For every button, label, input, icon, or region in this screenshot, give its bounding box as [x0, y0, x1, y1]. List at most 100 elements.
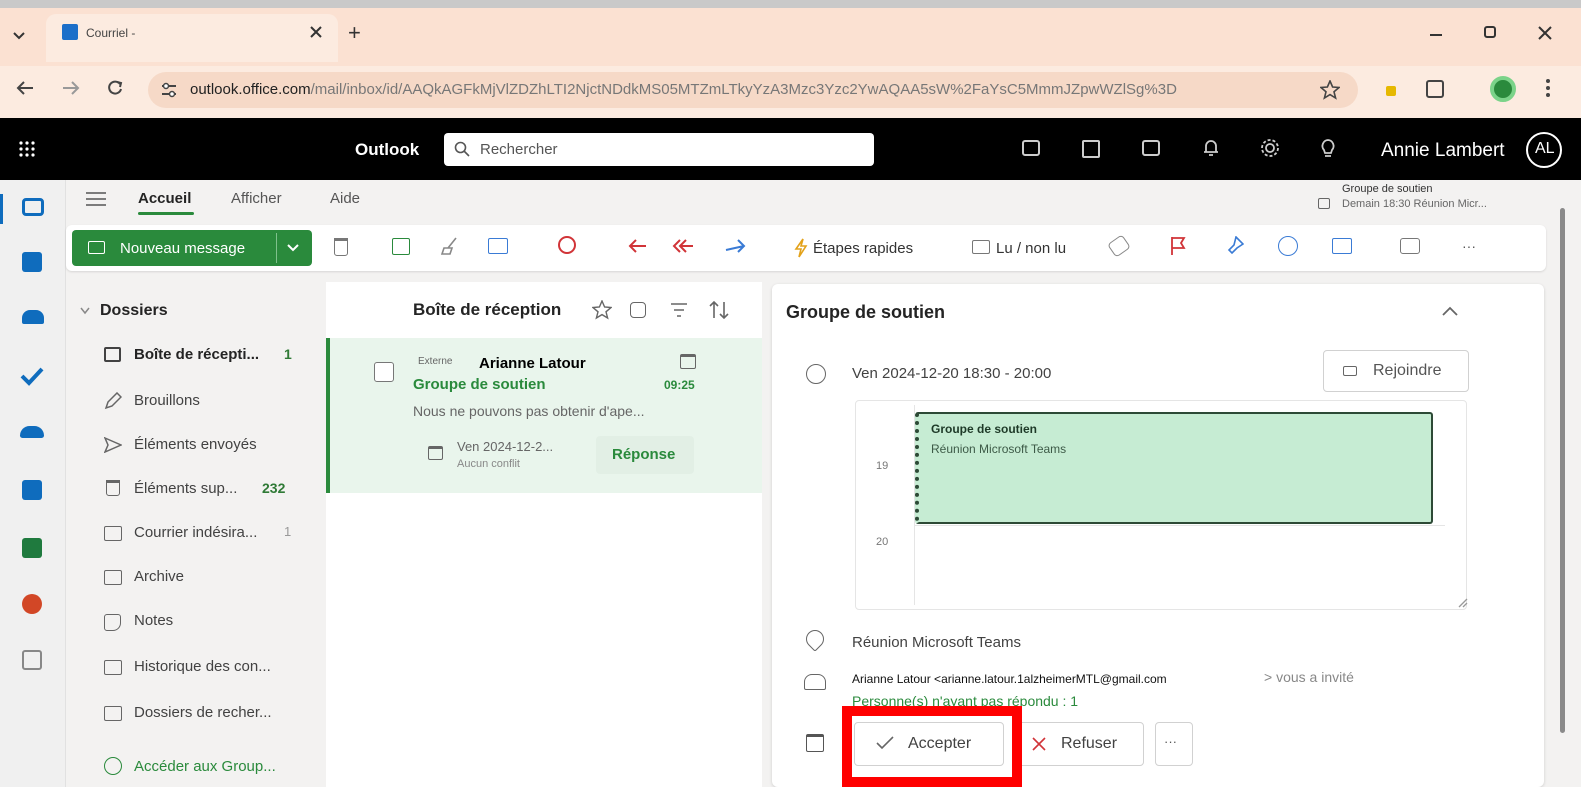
tab-accueil[interactable]: Accueil — [138, 190, 191, 207]
tips-lightbulb-icon[interactable] — [1320, 138, 1336, 158]
decline-label: Refuser — [1061, 735, 1118, 752]
read-unread-button[interactable]: Lu / non lu — [996, 240, 1066, 257]
extension-icon[interactable] — [1386, 86, 1396, 96]
url-path: /mail/inbox/id/AAQkAGFkMjVlZDZhLTI2NjctN… — [310, 81, 1177, 98]
ribbon-menu-icon[interactable] — [86, 192, 106, 206]
resize-handle-icon[interactable] — [1458, 598, 1468, 608]
folder-label[interactable]: Historique des con... — [134, 658, 271, 675]
puzzle-extensions-icon[interactable] — [1426, 80, 1444, 98]
site-settings-icon[interactable] — [160, 82, 178, 98]
profile-icon[interactable] — [1490, 76, 1516, 102]
more-apps-icon[interactable] — [22, 650, 42, 670]
report-icon[interactable] — [558, 236, 576, 254]
groups-icon — [104, 757, 122, 775]
reply-icon[interactable] — [628, 238, 648, 254]
url-host: outlook.office.com — [190, 81, 311, 98]
restore-icon[interactable] — [1484, 26, 1496, 38]
calendar-icon[interactable] — [22, 252, 42, 272]
filter-icon[interactable] — [670, 302, 688, 318]
browser-menu-icon[interactable] — [1545, 78, 1551, 98]
todo-icon[interactable] — [20, 366, 44, 386]
tab-active-underline — [138, 212, 194, 215]
new-message-chevron-icon[interactable] — [287, 244, 299, 252]
folders-collapse-chevron-icon[interactable] — [80, 307, 90, 315]
user-name[interactable]: Annie Lambert — [1381, 140, 1505, 162]
reply-all-icon[interactable] — [672, 238, 694, 254]
message-time: 09:25 — [664, 378, 695, 392]
decline-x-icon — [1032, 737, 1046, 751]
folder-label[interactable]: Archive — [134, 568, 184, 585]
message-reply-label: Réponse — [612, 446, 676, 463]
rules-icon[interactable] — [1332, 238, 1352, 254]
app-launcher-icon[interactable] — [18, 140, 36, 158]
tab-aide[interactable]: Aide — [330, 190, 360, 207]
junk-count: 1 — [284, 524, 292, 539]
folder-label[interactable]: Brouillons — [134, 392, 200, 409]
message-checkbox[interactable] — [374, 362, 394, 382]
ribbon-more-button[interactable]: ··· — [1462, 238, 1476, 254]
forward-mail-icon[interactable] — [724, 238, 746, 254]
folder-label[interactable]: Notes — [134, 612, 173, 629]
close-tab-icon[interactable] — [310, 26, 322, 38]
meeting-datetime: Ven 2024-12-20 18:30 - 20:00 — [852, 365, 1052, 382]
folder-label[interactable]: Éléments sup... — [134, 480, 237, 497]
outlook-app-icon[interactable] — [22, 480, 42, 500]
reminder-detail[interactable]: Demain 18:30 Réunion Micr... — [1342, 198, 1487, 210]
snooze-clock-icon[interactable] — [1278, 236, 1298, 256]
close-window-icon[interactable] — [1538, 26, 1552, 40]
folder-label[interactable]: Éléments envoyés — [134, 436, 257, 453]
delete-icon[interactable] — [334, 238, 348, 256]
hour-label: 20 — [876, 536, 889, 548]
folder-label[interactable]: Courrier indésira... — [134, 524, 257, 541]
minimize-icon[interactable] — [1430, 34, 1442, 36]
quick-steps-button[interactable]: Étapes rapides — [813, 240, 913, 257]
reading-scrollbar[interactable] — [1556, 188, 1570, 748]
meeting-location: Réunion Microsoft Teams — [852, 634, 1021, 651]
groups-link[interactable]: Accéder aux Group... — [134, 758, 276, 775]
app-name[interactable]: Outlook — [355, 140, 419, 160]
calendar-picker-icon[interactable] — [806, 734, 824, 752]
teams-chat-icon[interactable] — [1022, 140, 1040, 156]
more-response-label: ··· — [1164, 734, 1177, 749]
search-folder-icon — [104, 706, 122, 721]
powerpoint-icon[interactable] — [22, 594, 42, 614]
archive-folder-icon — [104, 570, 122, 585]
favorite-star-icon[interactable] — [592, 300, 612, 320]
back-icon[interactable] — [16, 80, 34, 96]
pin-icon[interactable] — [1226, 236, 1244, 256]
organizer[interactable]: Arianne Latour <arianne.latour.1alzheime… — [852, 672, 1167, 686]
archive-icon[interactable] — [392, 238, 410, 255]
move-to-folder-icon[interactable] — [488, 238, 508, 254]
new-tab-button[interactable]: + — [348, 20, 361, 46]
history-folder-icon — [104, 660, 122, 675]
junk-icon — [104, 526, 122, 541]
event-location: Réunion Microsoft Teams — [931, 442, 1067, 456]
tab-afficher[interactable]: Afficher — [231, 190, 282, 207]
folder-label[interactable]: Dossiers de recher... — [134, 704, 272, 721]
forward-icon[interactable] — [62, 80, 80, 96]
select-mode-icon[interactable] — [630, 302, 646, 318]
tab-list-chevron-icon[interactable] — [12, 28, 26, 42]
folders-header[interactable]: Dossiers — [100, 302, 168, 320]
reminder-title[interactable]: Groupe de soutien — [1342, 183, 1433, 195]
notes-icon — [104, 614, 121, 631]
flag-icon[interactable] — [1170, 236, 1186, 256]
people-icon[interactable] — [22, 310, 44, 324]
search-placeholder: Rechercher — [480, 141, 558, 158]
notifications-icon[interactable] — [1202, 138, 1220, 158]
settings-gear-icon[interactable] — [1260, 138, 1280, 158]
sweep-icon[interactable] — [440, 236, 460, 256]
onedrive-icon[interactable] — [20, 426, 44, 438]
word-icon[interactable] — [1082, 140, 1100, 158]
mail-icon[interactable] — [22, 198, 44, 216]
collapse-chevron-up-icon[interactable] — [1442, 306, 1458, 316]
message-sender: Arianne Latour — [479, 355, 586, 372]
excel-icon[interactable] — [22, 538, 42, 558]
new-message-split-divider — [276, 233, 277, 263]
print-icon[interactable] — [1400, 238, 1420, 254]
feedback-icon[interactable] — [1142, 140, 1160, 156]
message-list-title[interactable]: Boîte de réception — [413, 300, 561, 320]
bookmark-star-icon[interactable] — [1320, 80, 1340, 100]
sort-icon[interactable] — [708, 300, 730, 320]
reload-icon[interactable] — [106, 79, 124, 97]
